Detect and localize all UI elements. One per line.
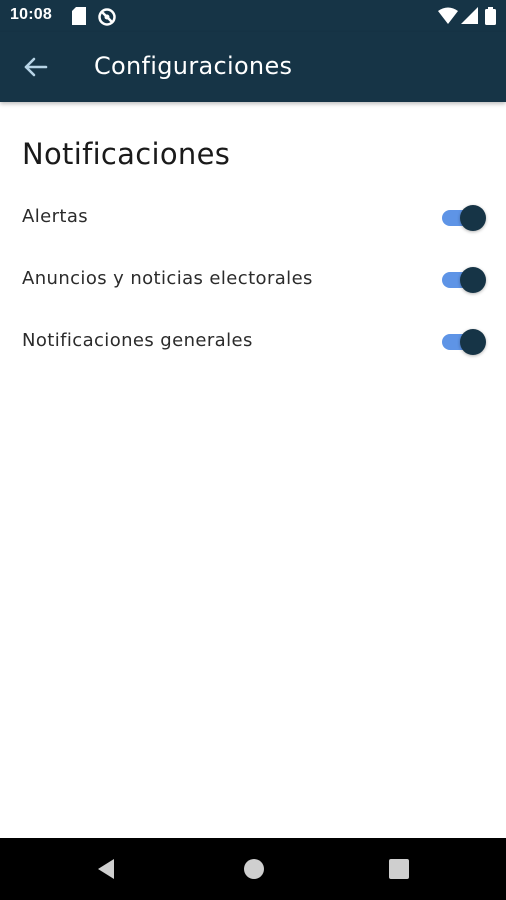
setting-label: Anuncios y noticias electorales <box>22 268 313 289</box>
switch-thumb <box>460 267 486 293</box>
alertas-toggle[interactable] <box>440 202 488 232</box>
page-title: Configuraciones <box>94 52 293 80</box>
anuncios-toggle[interactable] <box>440 264 488 294</box>
wifi-icon <box>438 7 458 29</box>
status-time: 10:08 <box>10 6 52 23</box>
back-triangle-icon <box>98 859 114 879</box>
sd-card-icon <box>72 7 86 29</box>
switch-thumb <box>460 205 486 231</box>
nav-recents-button[interactable] <box>384 854 414 884</box>
app-bar: Configuraciones <box>0 32 506 102</box>
setting-row-anuncios[interactable]: Anuncios y noticias electorales <box>0 254 506 306</box>
system-nav-bar <box>0 838 506 900</box>
sync-blocked-icon <box>97 7 117 31</box>
signal-icon <box>461 7 478 29</box>
setting-label: Alertas <box>22 206 89 227</box>
recents-square-icon <box>389 859 409 879</box>
status-bar: 10:08 <box>0 0 506 32</box>
nav-back-button[interactable] <box>92 854 122 884</box>
section-title: Notificaciones <box>22 137 231 171</box>
home-circle-icon <box>244 859 264 879</box>
back-button[interactable] <box>18 49 54 85</box>
battery-icon <box>485 7 496 29</box>
setting-label: Notificaciones generales <box>22 330 253 351</box>
nav-home-button[interactable] <box>239 854 269 884</box>
setting-row-alertas[interactable]: Alertas <box>0 192 506 244</box>
arrow-left-icon <box>24 57 48 77</box>
setting-row-notificaciones-generales[interactable]: Notificaciones generales <box>0 316 506 368</box>
switch-thumb <box>460 329 486 355</box>
notificaciones-generales-toggle[interactable] <box>440 326 488 356</box>
